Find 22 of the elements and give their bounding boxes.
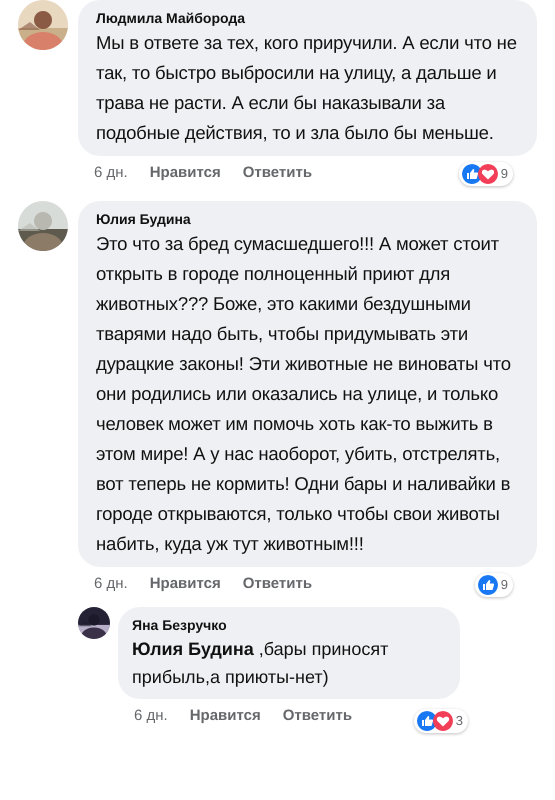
comment-time[interactable]: 6 дн. — [94, 572, 128, 595]
comment-text: Мы в ответе за тех, кого приручили. А если что не так, то быстро выбросили на улицу, а дальше и трава не расти. А если бы наказывали за подобные действия, то и зла было бы меньше. — [96, 31, 518, 145]
comment-time[interactable]: 6 дн. — [94, 162, 128, 184]
reaction-badge[interactable]: 9 — [474, 572, 513, 596]
author-name[interactable]: Людмила Майборода — [96, 8, 246, 28]
reaction-count: 3 — [456, 712, 463, 730]
comment-text: Это что за бред сумасшедшего!!! А может стоит открыть в городе полноценный приют для животных??? Боже, это какими бездушными тварями надо быть, чтобы придумывать эти дурацкие законы! Эти животные не виноваты что они родились или оказались на улице, и только человек может им помочь хоть как-то выжить в этом мире! А у нас наоборот, убить, отстрелять, вот теперь не кормить! Одни бары и наливайки в городе открываются, только чтобы свои животы набить, куда уж тут животным!!! — [96, 232, 512, 556]
reply-link[interactable]: Ответить — [282, 705, 352, 728]
author-name[interactable]: Яна Безручко — [132, 615, 227, 635]
like-link[interactable]: Нравится — [190, 705, 261, 728]
reply-link[interactable]: Ответить — [242, 572, 312, 595]
comment-time[interactable]: 6 дн. — [134, 705, 168, 728]
like-link[interactable]: Нравится — [150, 162, 221, 184]
reaction-badge[interactable]: 9 — [458, 162, 513, 186]
thumbs-up-icon — [478, 574, 498, 594]
like-link[interactable]: Нравится — [150, 572, 221, 595]
comment-text: Юлия Будина ,бары приносят прибыль,а приюты-нет) — [132, 638, 390, 689]
author-name[interactable]: Юлия Будина — [96, 208, 191, 228]
reaction-count: 9 — [500, 576, 508, 594]
reply-link[interactable]: Ответить — [242, 162, 312, 184]
reaction-count: 9 — [500, 165, 508, 184]
reaction-badge[interactable]: 3 — [414, 709, 468, 733]
